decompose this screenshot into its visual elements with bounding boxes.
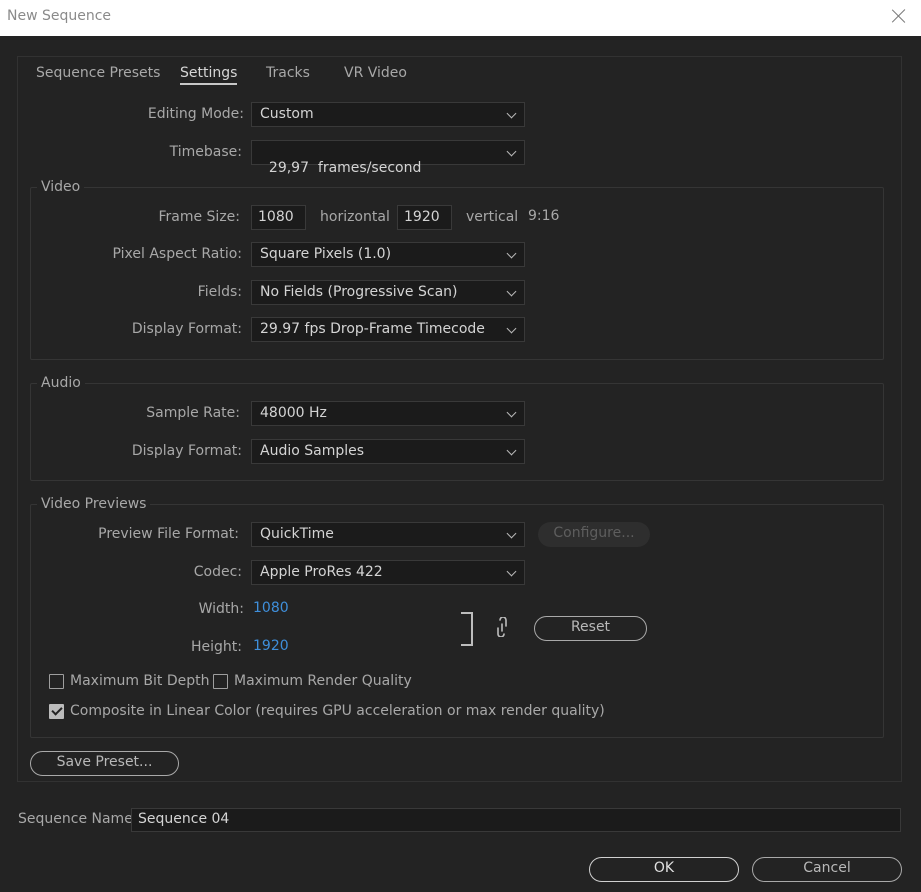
pixel-aspect-value: Square Pixels (1.0)	[260, 246, 392, 262]
sequence-name-label: Sequence Name:	[18, 811, 138, 827]
video-display-format-label: Display Format:	[131, 321, 242, 337]
tab-settings[interactable]: Settings	[180, 65, 238, 85]
pixel-aspect-select[interactable]: Square Pixels (1.0)	[251, 242, 525, 267]
timebase-label: Timebase:	[169, 144, 242, 160]
video-display-format-value: 29.97 fps Drop-Frame Timecode	[260, 321, 485, 337]
tab-tracks[interactable]: Tracks	[266, 65, 310, 81]
preview-file-format-label: Preview File Format:	[98, 526, 239, 542]
preview-height-label: Height:	[191, 639, 242, 655]
tab-sequence-presets[interactable]: Sequence Presets	[36, 65, 160, 81]
frame-height-input[interactable]: 1920	[397, 205, 452, 230]
linear-color-checkbox[interactable]	[49, 704, 64, 719]
frame-width-input[interactable]: 1080	[251, 205, 306, 230]
chevron-down-icon	[506, 323, 517, 334]
fields-value: No Fields (Progressive Scan)	[260, 284, 458, 300]
chevron-down-icon	[506, 528, 517, 539]
max-render-quality-checkbox[interactable]	[213, 674, 228, 689]
chevron-down-icon	[506, 445, 517, 456]
sample-rate-value: 48000 Hz	[260, 405, 327, 421]
aspect-ratio-readout: 9:16	[528, 208, 560, 224]
editing-mode-value: Custom	[260, 106, 314, 122]
chain-link-icon[interactable]	[494, 617, 510, 637]
ok-button[interactable]: OK	[589, 857, 739, 882]
max-render-quality-label[interactable]: Maximum Render Quality	[234, 673, 412, 689]
tab-vr-video[interactable]: VR Video	[344, 65, 407, 81]
configure-button: Configure...	[538, 522, 650, 547]
chevron-down-icon	[506, 146, 517, 157]
video-group-title: Video	[37, 179, 85, 195]
chevron-down-icon	[506, 407, 517, 418]
audio-display-format-select[interactable]: Audio Samples	[251, 439, 525, 464]
preview-width-label: Width:	[198, 601, 244, 617]
fields-select[interactable]: No Fields (Progressive Scan)	[251, 280, 525, 305]
audio-display-format-value: Audio Samples	[260, 443, 365, 459]
chevron-down-icon	[506, 566, 517, 577]
cancel-button[interactable]: Cancel	[752, 857, 902, 882]
frame-size-label: Frame Size:	[158, 209, 240, 225]
constrain-bracket	[461, 612, 473, 646]
sample-rate-select[interactable]: 48000 Hz	[251, 401, 525, 426]
video-previews-group-title: Video Previews	[37, 496, 151, 512]
audio-group-title: Audio	[37, 375, 85, 391]
chevron-down-icon	[506, 108, 517, 119]
sample-rate-label: Sample Rate:	[146, 405, 240, 421]
chevron-down-icon	[506, 248, 517, 259]
editing-mode-select[interactable]: Custom	[251, 102, 525, 127]
codec-select[interactable]: Apple ProRes 422	[251, 560, 525, 585]
horizontal-label: horizontal	[320, 209, 390, 225]
codec-label: Codec:	[193, 564, 242, 580]
fields-label: Fields:	[197, 284, 242, 300]
video-display-format-select[interactable]: 29.97 fps Drop-Frame Timecode	[251, 317, 525, 342]
codec-value: Apple ProRes 422	[260, 564, 383, 580]
window-title: New Sequence	[7, 8, 112, 24]
reset-button[interactable]: Reset	[534, 616, 647, 641]
max-bit-depth-checkbox[interactable]	[49, 674, 64, 689]
pixel-aspect-label: Pixel Aspect Ratio:	[112, 246, 243, 262]
close-icon[interactable]	[891, 8, 907, 24]
timebase-value: 29,97 frames/second	[268, 160, 422, 176]
audio-display-format-label: Display Format:	[131, 443, 242, 459]
audio-group	[30, 383, 884, 481]
save-preset-button[interactable]: Save Preset...	[30, 751, 179, 776]
preview-width-value[interactable]: 1080	[253, 600, 289, 616]
timebase-select[interactable]: 29,97 frames/second	[251, 140, 525, 176]
chevron-down-icon	[506, 286, 517, 297]
preview-file-format-select[interactable]: QuickTime	[251, 522, 525, 547]
max-bit-depth-label[interactable]: Maximum Bit Depth	[70, 673, 210, 689]
editing-mode-label: Editing Mode:	[147, 106, 244, 122]
linear-color-label[interactable]: Composite in Linear Color (requires GPU …	[70, 703, 605, 719]
preview-height-value[interactable]: 1920	[253, 638, 289, 654]
sequence-name-input[interactable]: Sequence 04	[131, 808, 901, 832]
title-bar: New Sequence	[0, 0, 921, 36]
vertical-label: vertical	[466, 209, 519, 225]
preview-file-format-value: QuickTime	[260, 526, 334, 542]
